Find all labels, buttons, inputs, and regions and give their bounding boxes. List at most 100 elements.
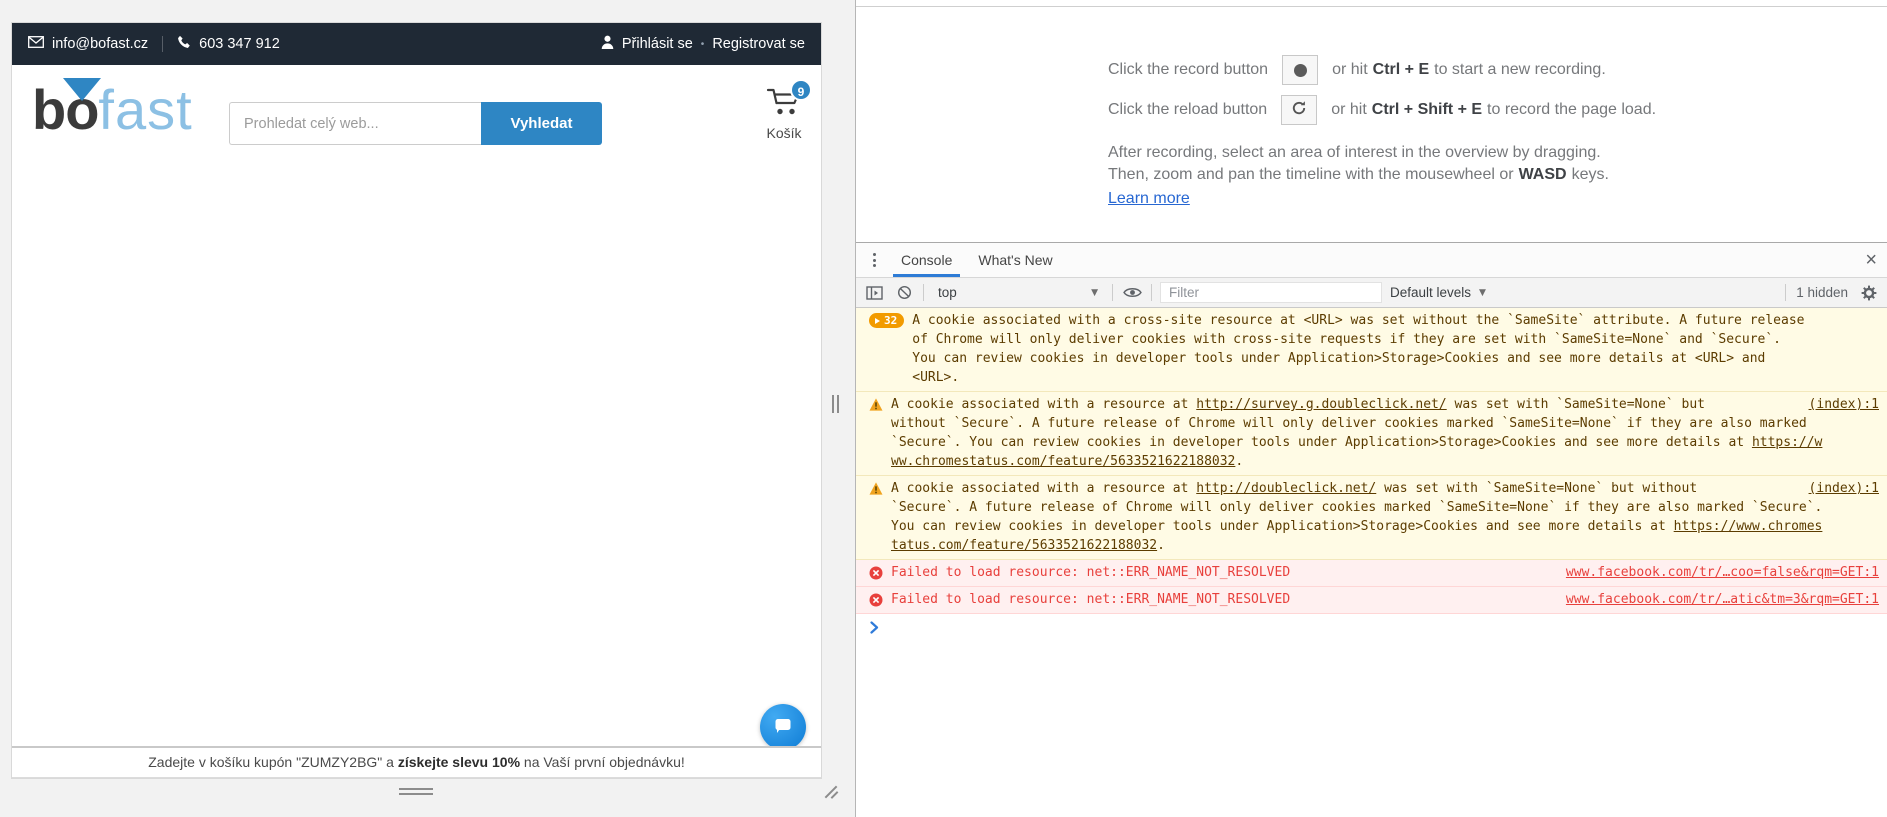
screenshot-root: info@bofast.cz 603 347 912 Přihlásit se (0, 0, 1887, 817)
record-instruction-pre: Click the record button (1108, 61, 1269, 78)
cart-button[interactable]: 9 Košík (755, 79, 813, 141)
show-sidebar-icon[interactable] (863, 282, 885, 304)
search-button[interactable]: Vyhledat (481, 102, 602, 145)
hidden-messages-count: 1 hidden (1796, 285, 1848, 300)
topbar-divider (162, 36, 164, 52)
source-location-link[interactable]: (index):1 (1809, 395, 1879, 414)
drawer-menu-icon[interactable] (860, 243, 888, 277)
console-text-segment: A cookie associated with a resource at (891, 481, 1197, 496)
record-dot-icon (1293, 63, 1307, 77)
learn-more-link[interactable]: Learn more (1108, 190, 1190, 208)
context-label: top (938, 285, 957, 300)
tab-console[interactable]: Console (888, 243, 965, 277)
zoom-pan-hint-post: keys. (1571, 166, 1609, 183)
console-prompt[interactable] (856, 614, 1887, 639)
record-instruction-row: Click the record button or hit Ctrl + E … (1108, 50, 1656, 90)
warning-icon (869, 398, 883, 411)
record-button[interactable] (1282, 55, 1319, 85)
register-link[interactable]: Registrovat se (712, 36, 805, 52)
site-topbar: info@bofast.cz 603 347 912 Přihlásit se (12, 23, 821, 65)
console-message: (index):1 A cookie associated with a reso… (856, 392, 1887, 476)
close-drawer-button[interactable]: × (1865, 248, 1877, 272)
zoom-pan-hint: Then, zoom and pan the timeline with the… (1108, 164, 1656, 186)
email-link[interactable]: info@bofast.cz (28, 36, 148, 52)
warning-icon (869, 482, 883, 495)
console-text-segment: . (1157, 538, 1165, 553)
console-message-text: www.facebook.com/tr/…coo=false&rqm=GET:1… (891, 563, 1879, 582)
console-drawer: Console What's New × top ▼ Filter Defaul… (856, 242, 1887, 817)
console-text-segment: A cookie associated with a resource at (891, 397, 1197, 412)
console-message-text: (index):1 A cookie associated with a reso… (891, 479, 1879, 555)
drawer-tab-bar: Console What's New × (856, 243, 1887, 278)
envelope-icon (28, 36, 44, 52)
coupon-text-post: na Vaší první objednávku! (520, 754, 685, 770)
coupon-text-pre: Zadejte v košíku kupón "ZUMZY2BG" a (148, 754, 398, 770)
log-levels-label: Default levels (1390, 285, 1472, 300)
console-message-text: www.facebook.com/tr/…atic&tm=3&rqm=GET:1… (891, 590, 1879, 609)
record-instruction-post: to start a new recording. (1434, 61, 1606, 78)
search-bar: Vyhledat (229, 102, 602, 145)
coupon-banner: Zadejte v košíku kupón "ZUMZY2BG" a získ… (12, 746, 821, 778)
console-filter-input[interactable] (1160, 282, 1382, 303)
logo-text-fast: fast (98, 78, 193, 141)
phone-link[interactable]: 603 347 912 (177, 35, 280, 53)
coupon-text-bold: získejte slevu 10% (397, 754, 521, 770)
user-icon (601, 35, 614, 53)
phone-icon (177, 35, 191, 53)
login-link[interactable]: Přihlásit se (622, 36, 693, 52)
toolbar-divider (1112, 284, 1113, 301)
after-recording-hint: After recording, select an area of inter… (1108, 144, 1601, 161)
console-prompt-icon (870, 621, 879, 638)
console-message: www.facebook.com/tr/…atic&tm=3&rqm=GET:1… (856, 587, 1887, 614)
cart-count-badge: 9 (790, 79, 812, 101)
emulation-resize-handle-corner[interactable] (822, 782, 842, 802)
error-icon (869, 566, 883, 580)
cart-label: Košík (766, 125, 802, 141)
console-message: (index):1 A cookie associated with a reso… (856, 476, 1887, 560)
source-location-link[interactable]: www.facebook.com/tr/…atic&tm=3&rqm=GET:1 (1566, 590, 1879, 609)
chat-widget-button[interactable] (760, 704, 806, 750)
console-text-segment: A cookie associated with a cross-site re… (912, 313, 1805, 385)
devtools-panel: Click the record button or hit Ctrl + E … (855, 0, 1887, 817)
toolbar-divider (1151, 284, 1152, 301)
console-toolbar: top ▼ Default levels ▼ 1 hidden (856, 278, 1887, 308)
live-expression-eye-icon[interactable] (1121, 282, 1143, 304)
chevron-down-icon: ▼ (1479, 287, 1486, 298)
source-location-link[interactable]: (index):1 (1809, 479, 1879, 498)
console-message-text: (index):1 A cookie associated with a reso… (891, 395, 1879, 471)
tab-whats-new[interactable]: What's New (965, 243, 1065, 277)
clear-console-icon[interactable] (893, 282, 915, 304)
reload-instruction-mid: or hit (1331, 101, 1367, 118)
phone-text: 603 347 912 (199, 36, 280, 52)
zoom-pan-hint-pre: Then, zoom and pan the timeline with the… (1108, 166, 1514, 183)
console-settings-gear-icon[interactable] (1858, 282, 1880, 304)
emulation-resize-handle-right[interactable] (832, 395, 839, 413)
tab-whats-new-label: What's New (978, 252, 1053, 268)
execution-context-selector[interactable]: top ▼ (932, 285, 1104, 300)
toolbar-divider (1785, 284, 1787, 301)
reload-button[interactable] (1281, 95, 1318, 125)
search-input[interactable] (229, 102, 481, 145)
reload-instruction-row: Click the reload button or hit Ctrl + Sh… (1108, 90, 1656, 130)
toolbar-divider (923, 284, 924, 301)
emulation-resize-handle-bottom[interactable] (399, 788, 433, 795)
console-url-link[interactable]: http://doubleclick.net/ (1196, 481, 1376, 496)
cart-icon (766, 88, 802, 121)
reload-instruction-post: to record the page load. (1487, 101, 1657, 118)
record-shortcut: Ctrl + E (1372, 61, 1430, 78)
chat-bubble-icon (773, 716, 793, 739)
console-message: www.facebook.com/tr/…coo=false&rqm=GET:1… (856, 560, 1887, 587)
reload-instruction-pre: Click the reload button (1108, 101, 1268, 118)
console-text-segment: Failed to load resource: net::ERR_NAME_N… (891, 565, 1291, 580)
bofast-website-viewport: info@bofast.cz 603 347 912 Přihlásit se (11, 22, 822, 779)
tab-console-label: Console (901, 252, 953, 268)
reload-icon (1291, 100, 1307, 121)
bofast-logo[interactable]: bofast (32, 77, 193, 143)
console-message-text: A cookie associated with a cross-site re… (912, 311, 1879, 387)
console-url-link[interactable]: http://survey.g.doubleclick.net/ (1196, 397, 1446, 412)
console-text-segment: . (1235, 454, 1244, 469)
group-count-badge[interactable]: 32 (869, 313, 905, 328)
source-location-link[interactable]: www.facebook.com/tr/…coo=false&rqm=GET:1 (1566, 563, 1879, 582)
email-text: info@bofast.cz (52, 36, 149, 52)
log-levels-dropdown[interactable]: Default levels ▼ (1390, 285, 1486, 300)
